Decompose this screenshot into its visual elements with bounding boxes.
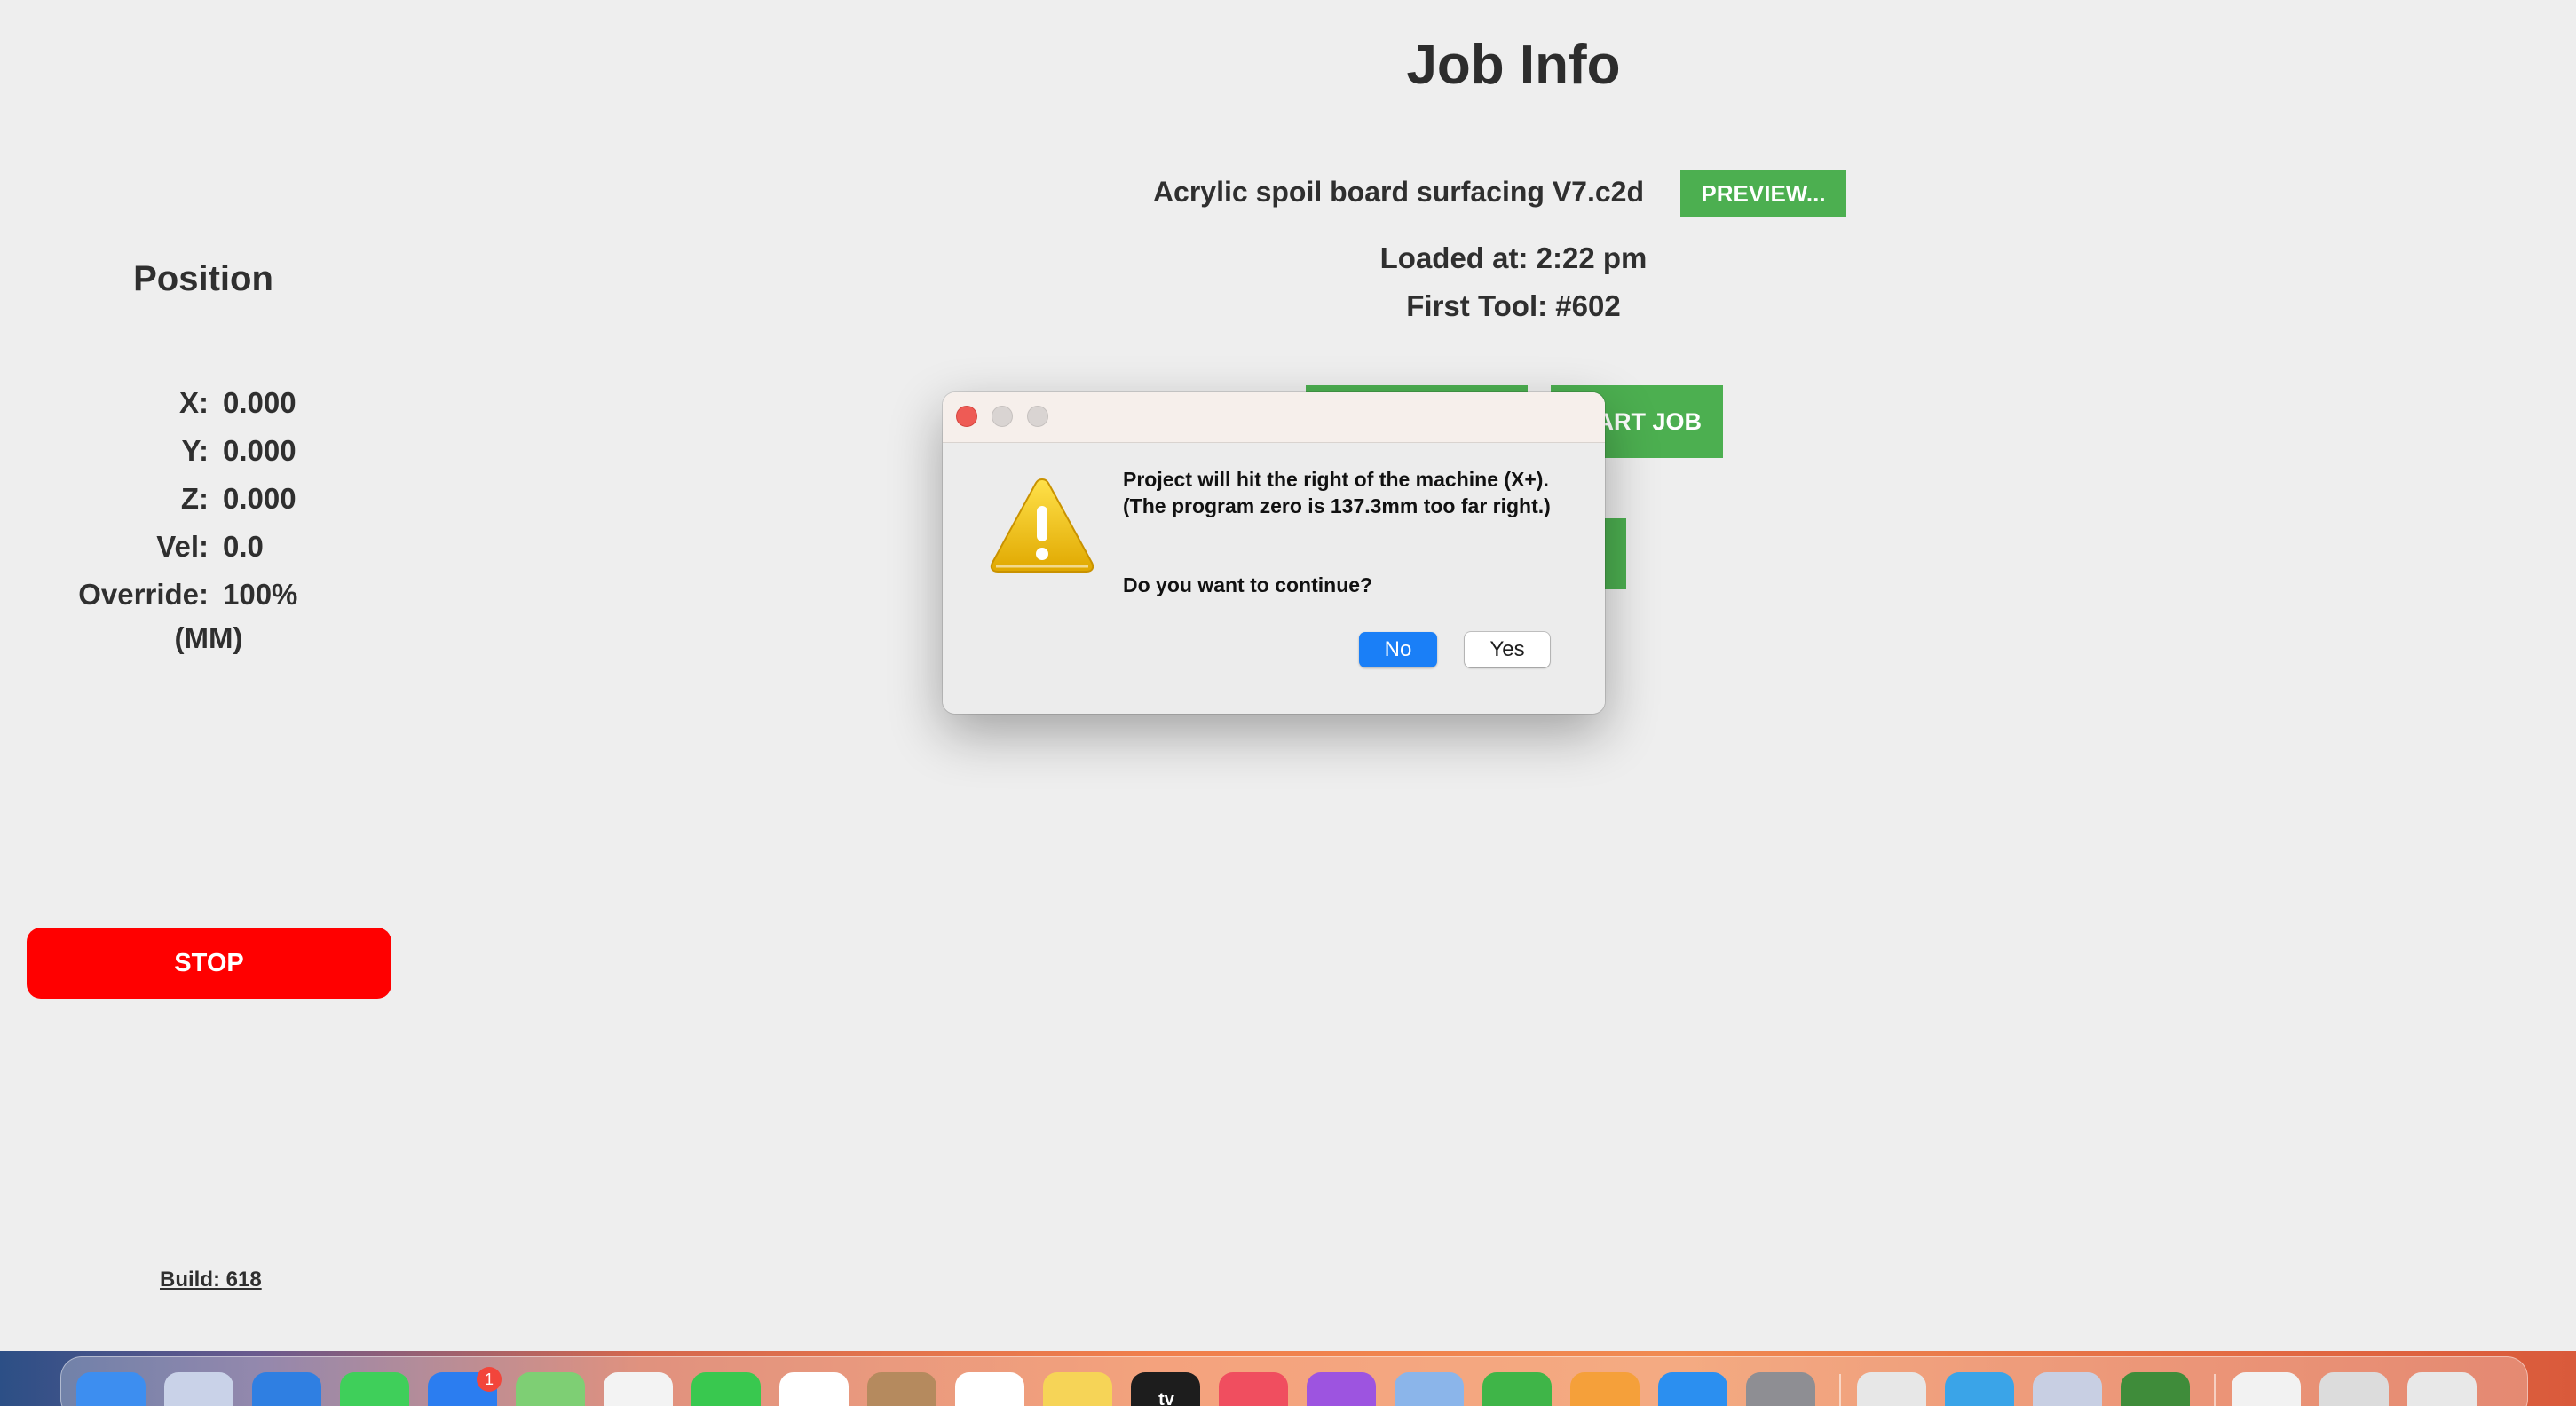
first-tool-text: First Tool: #602 [1406, 289, 1621, 322]
dock-facetime-icon[interactable] [691, 1372, 761, 1406]
dock-preview-icon[interactable] [1395, 1372, 1464, 1406]
position-label: Vel: [156, 530, 209, 563]
build-link[interactable]: Build: 618 [160, 1268, 262, 1292]
dock-music-icon[interactable] [1219, 1372, 1288, 1406]
units-label: (MM) [174, 621, 243, 654]
dock-pages-icon[interactable] [1570, 1372, 1640, 1406]
position-title: Position [133, 259, 273, 298]
position-label: Override: [78, 578, 209, 611]
preview-button[interactable]: PREVIEW... [1680, 170, 1846, 217]
yes-button[interactable]: Yes [1465, 632, 1550, 667]
dock-photos-icon[interactable] [604, 1372, 673, 1406]
warning-icon [990, 478, 1094, 573]
dock-contacts-icon[interactable] [867, 1372, 936, 1406]
minimize-window-button[interactable] [992, 406, 1013, 427]
dock-downloads-icon[interactable] [2319, 1372, 2389, 1406]
position-row-override: Override: 100% [0, 575, 408, 614]
page-title: Job Info [1406, 35, 1621, 96]
no-button[interactable]: No [1359, 632, 1437, 667]
tv-label: tv [1158, 1390, 1174, 1406]
loaded-at-text: Loaded at: 2:22 pm [1379, 241, 1648, 274]
dock-image-capture-icon[interactable] [1945, 1372, 2014, 1406]
dock-numbers-icon[interactable] [1482, 1372, 1552, 1406]
dock-finder-icon[interactable] [76, 1372, 146, 1406]
dock-system-preferences-icon[interactable] [1746, 1372, 1815, 1406]
position-value: 0.000 [223, 386, 296, 419]
dock-separator [2214, 1374, 2216, 1406]
mail-badge: 1 [477, 1367, 502, 1392]
position-value: 100% [223, 578, 298, 611]
position-row-z: Z: 0.000 [0, 479, 408, 518]
close-window-button[interactable] [956, 406, 977, 427]
dock-reminders-icon[interactable] [955, 1372, 1024, 1406]
zoom-window-button[interactable] [1027, 406, 1048, 427]
app-window: Position X: 0.000 Y: 0.000 Z: 0.000 Vel:… [0, 0, 2576, 1406]
dialog-message-line-2: (The program zero is 137.3mm too far rig… [1123, 494, 1551, 517]
dock-separator [1839, 1374, 1841, 1406]
position-value: 0.000 [223, 434, 296, 467]
position-label: Y: [181, 434, 209, 467]
dock-safari-icon[interactable] [252, 1372, 321, 1406]
position-label: X: [179, 386, 209, 419]
position-value: 0.0 [223, 530, 264, 563]
dock-script-editor-icon[interactable] [1857, 1372, 1926, 1406]
dock-messages-icon[interactable] [340, 1372, 409, 1406]
position-value: 0.000 [223, 482, 296, 515]
job-file-name: Acrylic spoil board surfacing V7.c2d [1152, 176, 1644, 208]
dock-podcasts-icon[interactable] [1307, 1372, 1376, 1406]
dock-carbide-motion-icon[interactable] [2121, 1372, 2190, 1406]
dock-screenshot-icon[interactable] [2033, 1372, 2102, 1406]
position-row-vel: Vel: 0.0 [0, 527, 408, 566]
dialog-question: Do you want to continue? [1123, 573, 1373, 596]
stop-button[interactable]: STOP [27, 928, 391, 999]
dialog-titlebar[interactable] [943, 392, 1605, 443]
dock-documents-icon[interactable] [2232, 1372, 2301, 1406]
alert-dialog: Project will hit the right of the machin… [943, 392, 1605, 714]
dock-trash-icon[interactable] [2407, 1372, 2477, 1406]
start-job-label: ART JOB [1596, 407, 1702, 435]
dock-maps-icon[interactable] [516, 1372, 585, 1406]
position-label: Z: [180, 482, 209, 515]
dialog-message-line-1: Project will hit the right of the machin… [1123, 468, 1549, 491]
calendar-month: OCT [798, 1375, 826, 1390]
position-row-x: X: 0.000 [0, 383, 408, 423]
dock-launchpad-icon[interactable] [164, 1372, 233, 1406]
dock-notes-icon[interactable] [1043, 1372, 1112, 1406]
dock-app-store-icon[interactable] [1658, 1372, 1727, 1406]
position-row-y: Y: 0.000 [0, 431, 408, 470]
